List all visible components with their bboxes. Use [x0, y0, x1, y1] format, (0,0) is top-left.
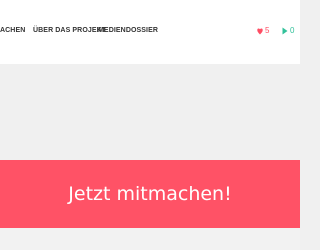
plays-counter[interactable]: 0	[282, 26, 294, 35]
likes-count: 5	[265, 26, 270, 35]
heart-icon	[257, 26, 263, 35]
nav-item-mediendossier[interactable]: MEDIENDOSSIER	[98, 27, 158, 34]
content-area	[0, 64, 300, 160]
join-now-button[interactable]: Jetzt mitmachen!	[0, 160, 300, 228]
bottom-area	[0, 228, 300, 250]
play-icon	[282, 27, 288, 35]
nav-item-mitmachen[interactable]: ACHEN	[0, 27, 25, 34]
likes-counter[interactable]: 5	[257, 26, 269, 35]
plays-count: 0	[290, 26, 295, 35]
nav-item-ueber-das-projekt[interactable]: ÜBER DAS PROJEKT	[33, 27, 106, 34]
top-navigation-bar: ACHEN ÜBER DAS PROJEKT MEDIENDOSSIER 5 0	[0, 0, 300, 64]
